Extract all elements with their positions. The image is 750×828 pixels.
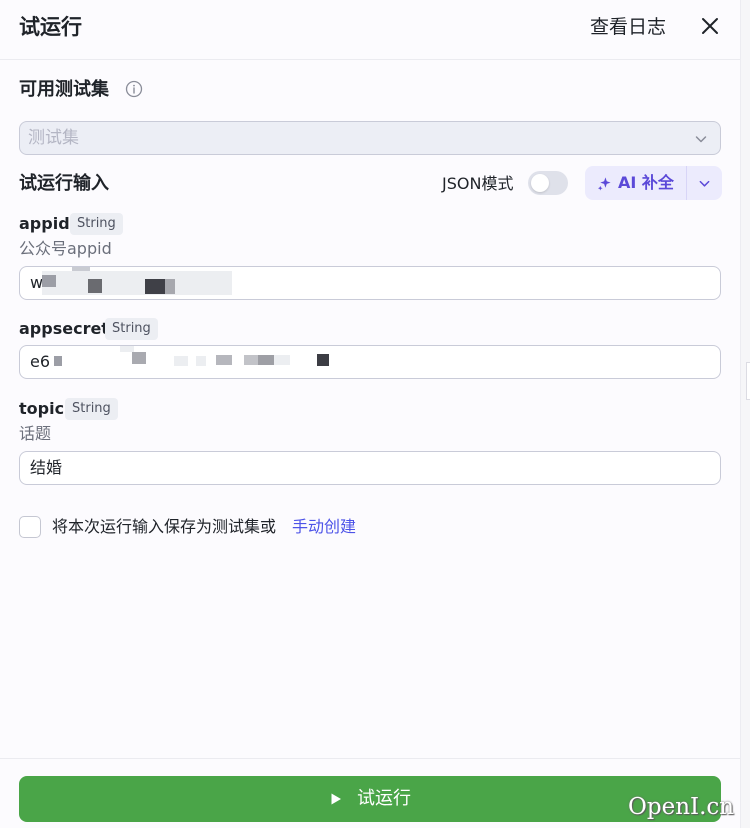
chevron-down-icon xyxy=(699,180,710,187)
play-icon xyxy=(331,793,341,805)
redaction-mask xyxy=(42,275,56,287)
test-set-title: 可用测试集 xyxy=(19,79,109,100)
field-name-topic: topic xyxy=(19,399,65,418)
redaction-mask xyxy=(274,355,290,365)
redaction-mask xyxy=(42,271,232,295)
toggle-knob xyxy=(531,174,549,192)
close-button[interactable] xyxy=(698,14,722,38)
test-set-select[interactable]: 测试集 xyxy=(19,121,721,155)
field-description-topic: 话题 xyxy=(19,424,52,443)
field-name-appid: appid xyxy=(19,214,70,233)
view-logs-button[interactable]: 查看日志 xyxy=(590,13,666,41)
test-run-label: 试运行 xyxy=(357,788,411,809)
redaction-mask xyxy=(88,279,102,293)
redaction-mask xyxy=(72,267,90,271)
redaction-mask xyxy=(178,279,188,291)
save-as-test-set-checkbox[interactable] xyxy=(19,516,41,538)
redaction-mask xyxy=(244,355,258,365)
ai-options-dropdown[interactable] xyxy=(687,166,722,200)
redaction-mask xyxy=(317,354,329,366)
test-run-button[interactable]: 试运行 xyxy=(19,776,721,822)
json-mode-toggle[interactable] xyxy=(528,171,568,195)
redaction-mask xyxy=(145,279,165,294)
sparkle-icon xyxy=(597,177,611,191)
redaction-mask xyxy=(258,355,274,365)
watermark-text: OpenI.cn xyxy=(628,794,735,820)
redaction-mask xyxy=(54,356,62,366)
appid-input[interactable]: w xyxy=(19,266,721,300)
field-type-tag: String xyxy=(105,318,158,340)
side-edge xyxy=(740,0,750,828)
appsecret-value: e6 xyxy=(30,352,51,371)
ai-complete-group: AI 补全 xyxy=(585,166,722,200)
ai-complete-label: AI 补全 xyxy=(618,173,674,192)
field-type-tag: String xyxy=(70,213,123,235)
close-icon xyxy=(702,18,718,34)
field-description-appid: 公众号appid xyxy=(19,239,112,258)
manual-create-link[interactable]: 手动创建 xyxy=(292,516,356,538)
appsecret-input[interactable]: e6 xyxy=(19,345,721,379)
test-set-placeholder: 测试集 xyxy=(28,128,79,148)
json-mode-label: JSON模式 xyxy=(442,174,514,193)
save-as-test-set-label: 将本次运行输入保存为测试集或 xyxy=(52,517,277,536)
panel-title: 试运行 xyxy=(19,15,82,39)
run-input-title: 试运行输入 xyxy=(19,173,109,194)
chevron-down-icon xyxy=(695,136,707,143)
redaction-mask xyxy=(120,346,134,352)
redaction-mask xyxy=(132,352,146,364)
side-handle[interactable] xyxy=(746,362,750,400)
redaction-mask xyxy=(165,279,175,294)
panel-header: 试运行 查看日志 xyxy=(0,0,740,60)
redaction-mask xyxy=(174,356,188,366)
redaction-mask xyxy=(196,356,206,366)
test-run-panel: 试运行 查看日志 可用测试集 测试集 试运行输入 JSON模式 AI 补全 ap… xyxy=(0,0,740,828)
ai-complete-button[interactable]: AI 补全 xyxy=(585,166,686,200)
redaction-mask xyxy=(216,355,232,365)
info-icon[interactable] xyxy=(125,80,143,98)
field-type-tag: String xyxy=(65,398,118,420)
topic-value: 结婚 xyxy=(30,458,63,477)
topic-input[interactable]: 结婚 xyxy=(19,451,721,485)
field-name-appsecret: appsecret xyxy=(19,319,109,338)
